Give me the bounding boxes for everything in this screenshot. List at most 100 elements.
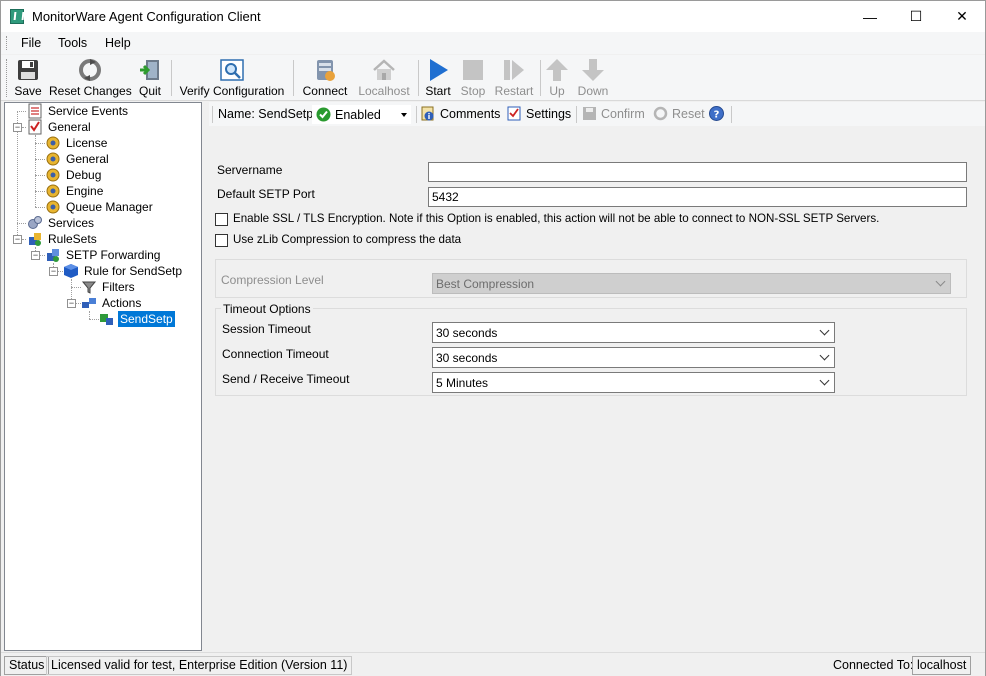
tree-connector	[35, 159, 45, 160]
check-circle-icon	[316, 107, 331, 122]
menu-file[interactable]: File	[21, 36, 41, 50]
filter-funnel-icon	[81, 279, 97, 295]
compression-level-label: Compression Level	[221, 273, 324, 287]
arrow-up-icon	[545, 58, 569, 82]
servername-input[interactable]	[428, 162, 967, 182]
key-settings-icon	[45, 135, 61, 151]
close-button[interactable]: ✕	[939, 1, 985, 32]
help-question-icon: ?	[709, 106, 724, 121]
chevron-down-icon	[819, 375, 830, 386]
up-button[interactable]: Up	[545, 57, 569, 99]
ssl-checkbox[interactable]	[215, 213, 228, 226]
tree-connector	[35, 143, 45, 144]
tree-connector	[22, 127, 26, 128]
reset-arrows-icon	[653, 106, 668, 121]
stop-button[interactable]: Stop	[458, 57, 488, 99]
send-receive-timeout-label: Send / Receive Timeout	[222, 372, 350, 386]
chevron-down-icon	[935, 276, 946, 287]
save-button[interactable]: Save	[12, 57, 44, 99]
minimize-icon: —	[863, 8, 877, 25]
connected-to-label: Connected To:	[833, 658, 914, 672]
status-label: Status	[4, 656, 50, 675]
ruleset-icon	[45, 247, 61, 263]
toolbar-grip	[212, 106, 213, 123]
collapse-setp-forwarding-toggle[interactable]: −	[31, 251, 40, 260]
timeout-options-title: Timeout Options	[221, 302, 313, 316]
checklist-icon	[27, 119, 43, 135]
toolbar-grip	[6, 59, 9, 97]
tree-connector	[35, 207, 45, 208]
comments-button[interactable]: Comments	[421, 105, 501, 123]
verify-configuration-button[interactable]: Verify Configuration	[177, 57, 287, 99]
collapse-rulesets-toggle[interactable]: −	[13, 235, 22, 244]
connect-button[interactable]: Connect	[300, 57, 350, 99]
connected-host-value: localhost	[912, 656, 972, 675]
server-connect-icon	[313, 58, 337, 82]
menu-bar: File Tools Help	[1, 32, 985, 54]
collapse-actions-toggle[interactable]: −	[67, 299, 76, 308]
debug-gear-icon	[45, 167, 61, 183]
send-action-icon	[99, 311, 115, 327]
localhost-button[interactable]: Localhost	[356, 57, 412, 99]
arrow-down-icon	[581, 58, 605, 82]
action-toolbar: Name: SendSetp Enabled Comments Settings…	[209, 102, 985, 126]
servername-label: Servername	[217, 163, 283, 177]
toolbar-separator	[540, 60, 541, 96]
confirm-button[interactable]: Confirm	[582, 105, 648, 123]
queue-gear-icon	[45, 199, 61, 215]
floppy-disk-icon	[582, 106, 597, 121]
maximize-button[interactable]: ☐	[893, 1, 939, 32]
session-timeout-label: Session Timeout	[222, 322, 311, 336]
minimize-button[interactable]: —	[847, 1, 893, 32]
engine-gear-icon	[45, 183, 61, 199]
restart-icon	[502, 58, 526, 82]
actions-icon	[81, 295, 97, 311]
status-bar: Status Licensed valid for test, Enterpri…	[1, 652, 985, 676]
port-input[interactable]: 5432	[428, 187, 967, 207]
stop-square-icon	[461, 58, 485, 82]
toolbar-separator	[416, 106, 417, 123]
maximize-icon: ☐	[909, 8, 923, 24]
action-name-label: Name: SendSetp	[218, 107, 314, 121]
down-button[interactable]: Down	[576, 57, 610, 99]
menu-tools[interactable]: Tools	[58, 36, 87, 50]
tree-connector	[17, 223, 26, 224]
help-button[interactable]: ?	[709, 105, 725, 123]
tree-connector	[35, 191, 45, 192]
collapse-rule-toggle[interactable]: −	[49, 267, 58, 276]
dropdown-arrow-icon	[401, 113, 407, 117]
restart-button[interactable]: Restart	[494, 57, 534, 99]
menu-grip	[6, 36, 9, 50]
tree-connector	[71, 287, 81, 288]
tree-connector	[17, 111, 26, 112]
svg-text:?: ?	[714, 110, 720, 121]
quit-button[interactable]: Quit	[135, 57, 165, 99]
menu-help[interactable]: Help	[105, 36, 131, 50]
zlib-checkbox[interactable]	[215, 234, 228, 247]
send-receive-timeout-dropdown[interactable]: 5 Minutes	[432, 372, 835, 393]
reset-button[interactable]: Reset	[653, 105, 708, 123]
rulesets-icon	[27, 231, 43, 247]
compression-level-dropdown[interactable]: Best Compression	[432, 273, 951, 294]
zlib-label: Use zLib Compression to compress the dat…	[233, 233, 462, 246]
start-button[interactable]: Start	[424, 57, 452, 99]
toolbar-separator	[576, 106, 577, 123]
collapse-general-toggle[interactable]: −	[13, 123, 22, 132]
play-icon	[426, 58, 450, 82]
action-settings-panel: Name: SendSetp Enabled Comments Settings…	[209, 102, 985, 651]
reset-arrows-icon	[78, 58, 102, 82]
settings-button[interactable]: Settings	[507, 105, 571, 123]
chevron-down-icon	[819, 350, 830, 361]
connection-timeout-dropdown[interactable]: 30 seconds	[432, 347, 835, 368]
reset-changes-button[interactable]: Reset Changes	[49, 57, 132, 99]
rule-cube-icon	[63, 263, 79, 279]
toolbar-separator	[418, 60, 419, 96]
magnifier-document-icon	[220, 58, 244, 82]
port-label: Default SETP Port	[217, 187, 315, 201]
enabled-state-dropdown[interactable]: Enabled	[312, 105, 411, 124]
session-timeout-dropdown[interactable]: 30 seconds	[432, 322, 835, 343]
connection-timeout-label: Connection Timeout	[222, 347, 329, 361]
window-title: MonitorWare Agent Configuration Client	[32, 9, 261, 24]
configuration-tree[interactable]: − − − − − Service Events General License…	[4, 102, 202, 651]
close-icon: ✕	[956, 8, 968, 24]
